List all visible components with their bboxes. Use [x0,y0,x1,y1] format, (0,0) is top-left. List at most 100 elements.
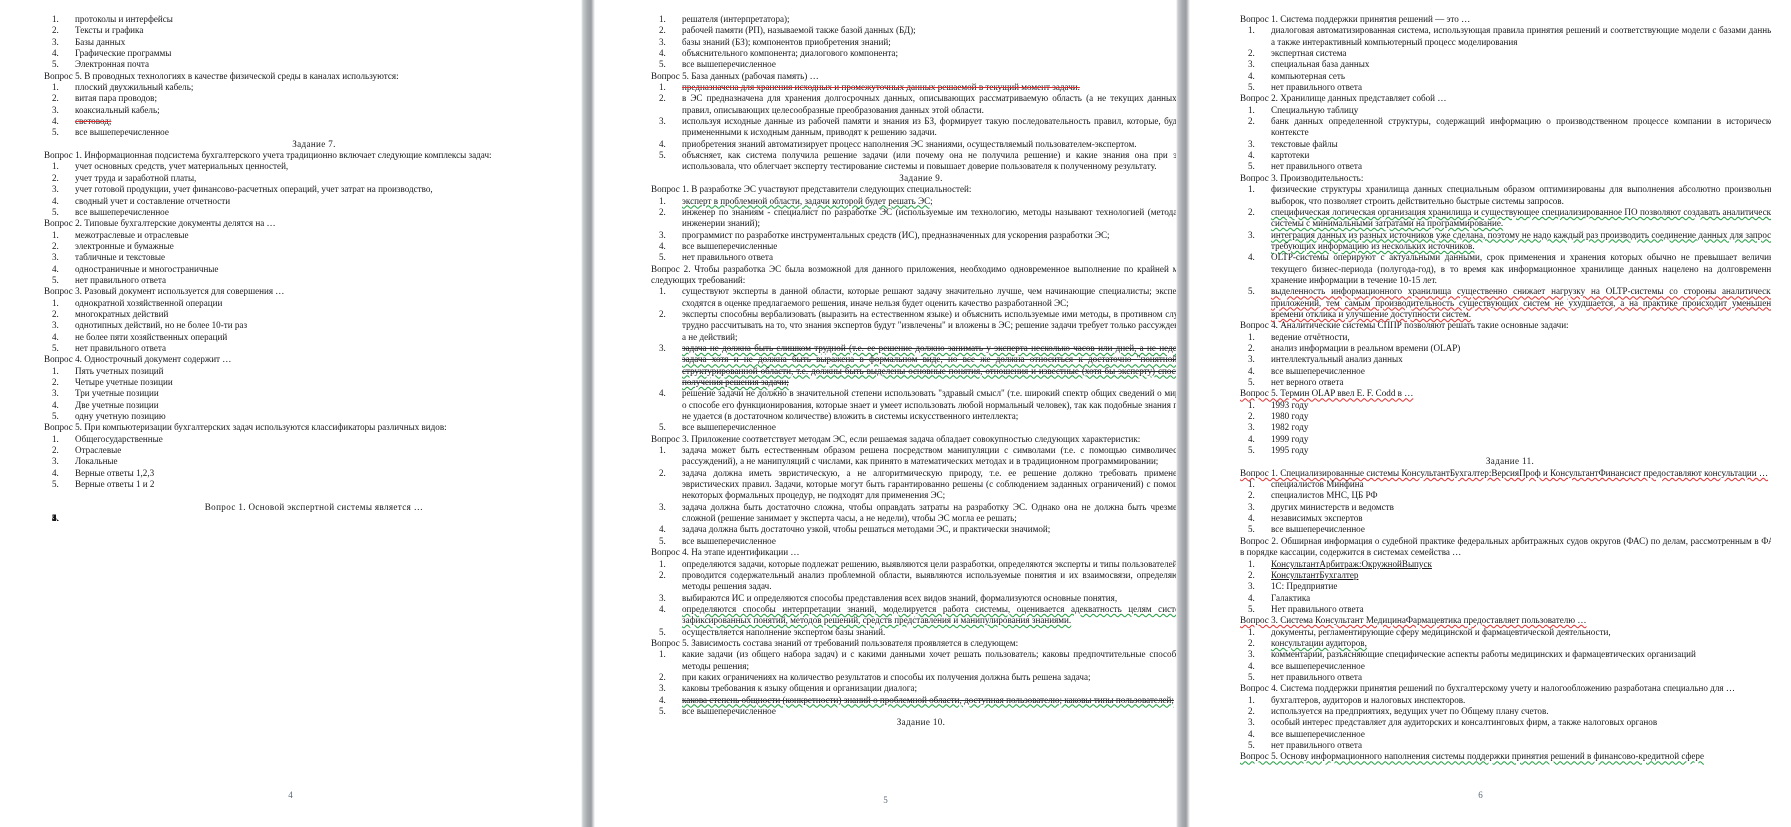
list-item[interactable]: 1. физические структуры хранилища данных … [1240,184,1771,207]
list-item[interactable]: 5. 1995 году [1240,445,1771,456]
list-item[interactable]: 1. какие задачи (из общего набора задач) … [651,649,1176,672]
list-item[interactable]: 5. Нет правильного ответа [1240,604,1771,615]
list-item[interactable]: 3. однотипных действий, но не более 10-ти… [44,320,581,331]
list-item[interactable]: 2. анализ информации в реальном времени (… [1240,343,1771,354]
list-item[interactable]: 5. все вышеперечисленное [1240,524,1771,535]
list-item[interactable]: 1. существуют эксперты в данной области, … [651,286,1176,309]
list-item[interactable]: 4. Верные ответы 1,2,3 [44,468,581,479]
list-item[interactable]: 4. решение задачи не должно в значительно… [651,388,1176,422]
list-item[interactable]: 5. нет правильного ответа [651,252,1176,263]
list-item[interactable]: 3. 1С: Предприятие [1240,581,1771,592]
list-item[interactable]: 3. других министерств и ведомств [1240,502,1771,513]
list-item[interactable]: 2. учет труда и заработной платы, [44,173,581,184]
list-item[interactable]: 3. комментарии, разъясняющие специфически… [1240,649,1771,660]
list-item[interactable]: 5. все вышеперечисленное [44,207,581,218]
list-item[interactable]: 2. в ЭС предназначена для хранения долгос… [651,93,1176,116]
list-item[interactable]: 3. задача не должна быть слишком трудной … [651,342,1176,389]
document-viewer[interactable]: 1. протоколы и интерфейсы 2. Тексты и граф… [0,0,1791,827]
list-item[interactable]: 5. нет верного ответа [1240,377,1771,388]
list-item[interactable]: 1. Пять учетных позиций [44,366,581,377]
list-item[interactable]: 4. все вышеперечисленное [1240,366,1771,377]
list-item[interactable]: 5. нет правильного ответа [44,343,581,354]
list-item[interactable]: 3. табличные и текстовые [44,252,581,263]
list-item[interactable]: 2. банк данных определенной структуры, со… [1240,116,1771,139]
list-item[interactable]: 5. выделенность информационного хранилища… [1240,286,1771,320]
list-item[interactable]: 2. эксперты способны вербализовать (выраз… [651,309,1176,343]
list-item[interactable]: 2. витая пара проводов; [44,93,581,104]
list-item[interactable]: 1. протоколы и интерфейсы [44,14,581,25]
list-item[interactable]: 1. однократной хозяйственной операции [44,298,581,309]
list-item[interactable]: 2. Тексты и графика [44,25,581,36]
list-item[interactable]: 4. не более пяти хозяйственных операций [44,332,581,343]
list-item[interactable]: 3. специальная база данных [1240,59,1771,70]
list-item[interactable]: 5. нет правильного ответа [44,275,581,286]
list-item[interactable]: 4. какова степень общности (конкретности)… [651,694,1176,706]
list-item[interactable]: 3. базы знаний (БЗ); компонентов приобрет… [651,37,1176,48]
list-item[interactable]: 1. плоский двухжильный кабель; [44,82,581,93]
list-item[interactable]: 5. одну учетную позицию [44,411,581,422]
list-item[interactable]: 1. предназначена для хранения исходных и … [651,82,1176,93]
list-item[interactable]: 4. компьютерная сеть [1240,71,1771,82]
list-item[interactable]: 2. многократных действий [44,309,581,320]
document-page-4[interactable]: 1. протоколы и интерфейсы 2. Тексты и граф… [0,0,581,827]
list-item[interactable]: 1. 1993 году [1240,400,1771,411]
list-item[interactable]: 5. все вышеперечисленное [651,422,1176,433]
list-item[interactable]: 3. 1982 году [1240,422,1771,433]
list-item[interactable]: 1. задача может быть естественным образом… [651,445,1176,468]
list-item[interactable]: 2. рабочей памяти (РП), называемой также … [651,25,1176,36]
list-item[interactable]: 1. ведение отчётности, [1240,332,1771,343]
list-item[interactable]: 1. учет основных средств, учет материальн… [44,161,581,172]
list-item[interactable]: 4. 1999 году [1240,434,1771,445]
list-item[interactable]: 2. электронные и бумажные [44,241,581,252]
list-item[interactable]: 5. нет правильного ответа [1240,672,1771,683]
document-page-5[interactable]: 1. решателя (интерпретатора); 2. рабочей п… [595,0,1176,827]
list-item[interactable]: 2. задача должна иметь эвристическую, а н… [651,468,1176,502]
list-item[interactable]: 4. одностраничные и многостраничные [44,264,581,275]
list-item[interactable]: 4. приобретения знаний автоматизирует про… [651,139,1176,150]
list-item[interactable]: 5. объясняет, как система получила решени… [651,150,1176,173]
list-item[interactable]: 4. OLTP-системы оперируют с актуальными д… [1240,252,1771,286]
list-item[interactable]: 2. используется на предприятиях, ведущих … [1240,706,1771,717]
list-item[interactable]: 1. специалистов Минфина [1240,479,1771,490]
list-item[interactable]: 2. при каких ограничениях на количество р… [651,672,1176,683]
list-item[interactable]: 5. Электронная почта [44,59,581,70]
list-item[interactable]: 5. все вышеперечисленное [44,127,581,138]
list-item[interactable]: 1. КонсультантАрбитраж:ОкружнойВыпуск [1240,559,1771,570]
list-item[interactable]: 4. Галактика [1240,593,1771,604]
list-item[interactable]: 1. решателя (интерпретатора); [651,14,1176,25]
list-item[interactable]: 4. картотеки [1240,150,1771,161]
list-item[interactable]: 2. 1980 году [1240,411,1771,422]
list-item[interactable]: 5. Верные ответы 1 и 2 [44,479,581,490]
list-item[interactable]: 1. Специальную таблицу [1240,105,1771,116]
list-item[interactable]: 2. инженер по знаниям - специалист по раз… [651,207,1176,230]
list-item[interactable]: 2. консультации аудиторов, [1240,638,1771,649]
list-item[interactable]: 4. световод; [44,116,581,127]
list-item[interactable]: 2. экспертная система [1240,48,1771,59]
list-item[interactable]: 2. специалистов МНС, ЦБ РФ [1240,490,1771,501]
list-item[interactable]: 4. все вышеперечисленные [651,241,1176,252]
list-item[interactable]: 1. межотраслевые и отраслевые [44,230,581,241]
list-item[interactable]: 5. все вышеперечисленное [651,536,1176,547]
list-item[interactable]: 3. используя исходные данные из рабочей п… [651,116,1176,139]
list-item[interactable]: 4. Графические программы [44,48,581,59]
list-item[interactable]: 1. эксперт в проблемной области, задачи к… [651,196,1176,207]
list-item[interactable]: 3. текстовые файлы [1240,139,1771,150]
list-item[interactable]: 3. каковы требования к языку общения и ор… [651,683,1176,694]
list-item[interactable]: 1. Общегосударственные [44,434,581,445]
list-item[interactable]: 3. Локальные [44,456,581,467]
list-item[interactable]: 4. Две учетные позиции [44,400,581,411]
list-item[interactable]: 3. интеграция данных из разных источников… [1240,230,1771,253]
list-item[interactable]: 2. проводится содержательный анализ пробл… [651,570,1176,593]
list-item[interactable]: 3. интеллектуальный анализ данных [1240,354,1771,365]
list-item[interactable]: 3. программист по разработке инструментал… [651,230,1176,241]
list-item[interactable]: 5. нет правильного ответа [1240,82,1771,93]
list-item[interactable]: 3. Базы данных [44,37,581,48]
list-item[interactable]: 5. осуществляется наполнение экспертом ба… [651,627,1176,638]
list-item[interactable]: 4. объяснительного компонента; диалоговог… [651,48,1176,59]
list-item[interactable]: 4. все вышеперечисленное [1240,729,1771,740]
list-item[interactable]: 3. учет готовой продукции, учет финансово… [44,184,581,195]
list-item[interactable]: 2. Четыре учетные позиции [44,377,581,388]
list-item[interactable]: 1. определяются задачи, которые подлежат … [651,559,1176,570]
list-item[interactable]: 3. коаксиальный кабель; [44,105,581,116]
list-item[interactable]: 4. сводный учет и составление отчетности [44,196,581,207]
